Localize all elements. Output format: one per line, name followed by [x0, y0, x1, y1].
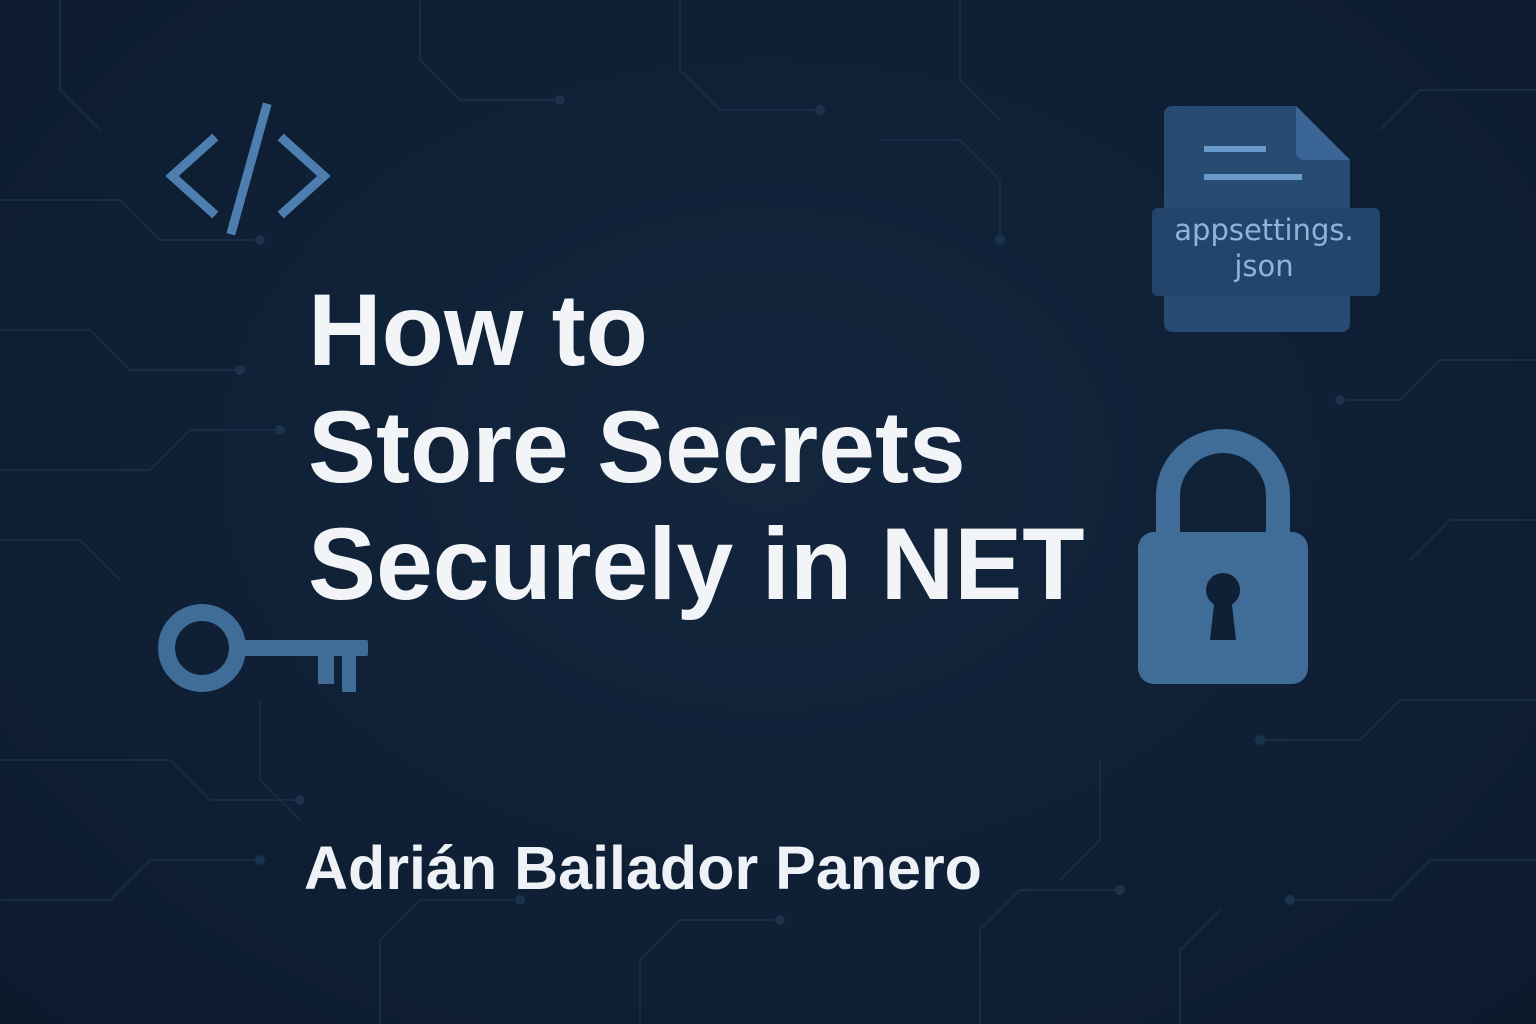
title-line-3: Securely in NET	[308, 507, 1085, 621]
cover-title: How to Store Secrets Securely in NET	[308, 272, 1148, 623]
file-name-label: appsettings. json	[1152, 212, 1376, 288]
author-name: Adrián Bailador Panero	[304, 834, 982, 902]
file-name-line-1: appsettings.	[1174, 213, 1354, 247]
title-line-2: Store Secrets	[308, 390, 966, 504]
padlock-icon	[1138, 429, 1308, 684]
title-line-1: How to	[308, 273, 648, 387]
cover-canvas: appsettings. json How to Store Secrets S…	[0, 0, 1536, 1024]
file-name-line-2: json	[1234, 249, 1294, 283]
code-icon	[165, 102, 331, 236]
